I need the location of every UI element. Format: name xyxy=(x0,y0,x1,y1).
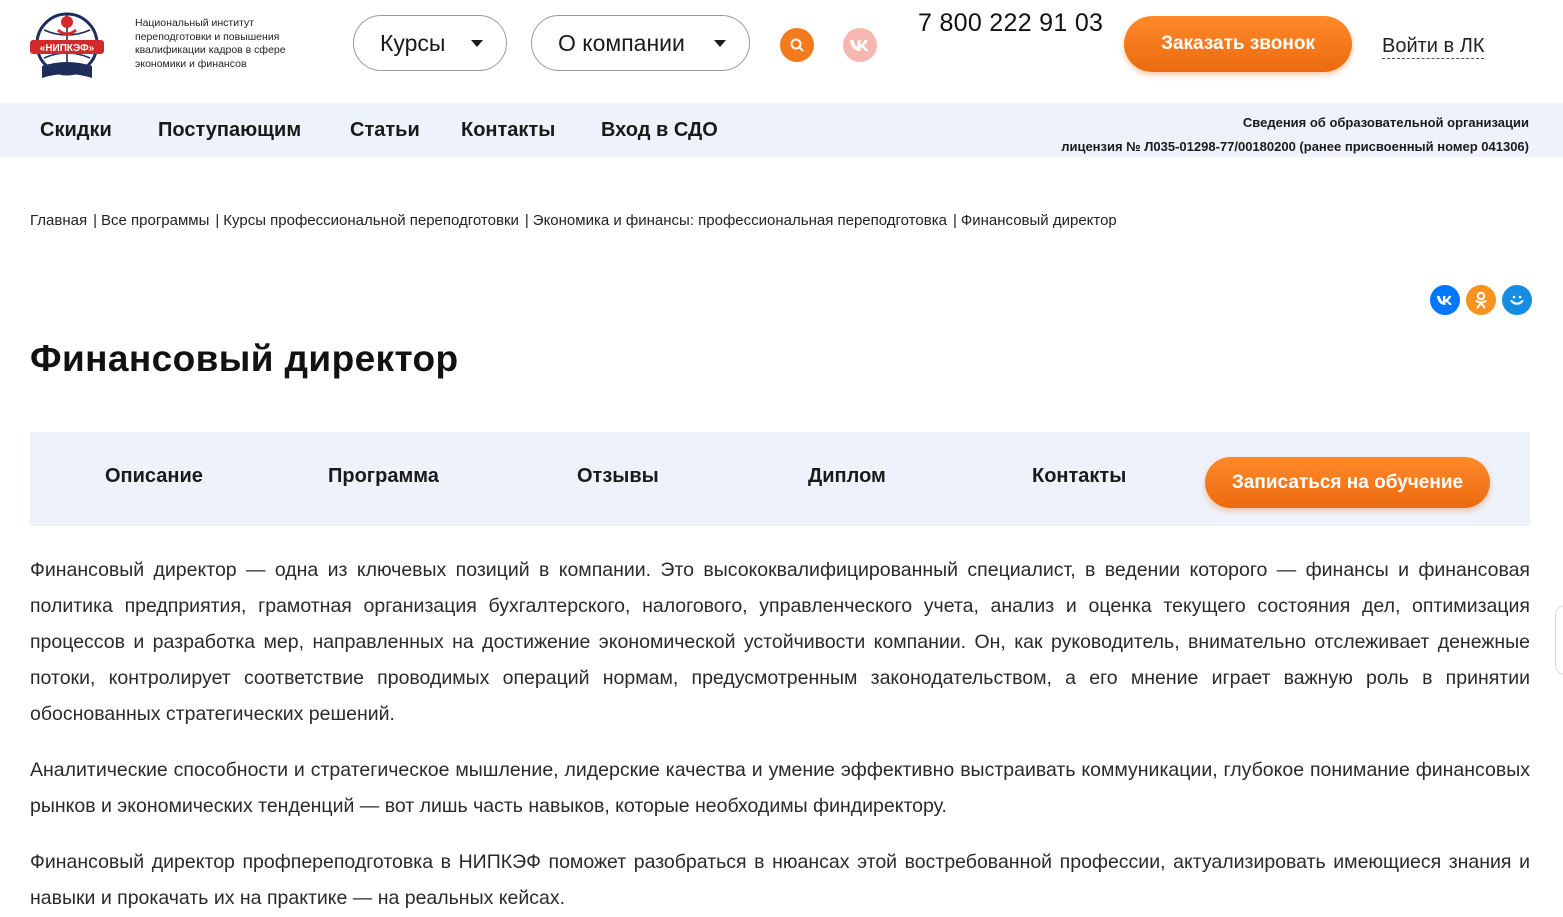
login-link[interactable]: Войти в ЛК xyxy=(1382,34,1485,59)
moimir-share-button[interactable] xyxy=(1502,285,1532,315)
breadcrumb-item[interactable]: Все программы xyxy=(101,212,209,229)
description-paragraph: Финансовый директор — одна из ключевых п… xyxy=(30,559,1530,725)
license-text: лицензия № Л035-01298-77/00180200 (ранее… xyxy=(1061,139,1529,154)
breadcrumb-separator: | xyxy=(93,212,97,229)
search-icon xyxy=(790,38,804,52)
courses-dropdown[interactable]: Курсы xyxy=(353,15,507,71)
secondary-nav: Скидки Поступающим Статьи Контакты Вход … xyxy=(0,103,1563,157)
moimir-share-icon xyxy=(1510,295,1524,305)
description-paragraph: Финансовый директор профпереподготовка в… xyxy=(30,851,1530,909)
search-button[interactable] xyxy=(780,28,814,62)
chevron-down-icon xyxy=(714,40,726,47)
nav-item-articles[interactable]: Статьи xyxy=(350,119,420,142)
breadcrumb-item[interactable]: Экономика и финансы: профессиональная пе… xyxy=(533,212,947,229)
page-title: Финансовый директор xyxy=(30,338,459,379)
tab-reviews[interactable]: Отзывы xyxy=(577,465,659,488)
share-buttons xyxy=(1430,285,1532,315)
breadcrumb-item[interactable]: Курсы профессиональной переподготовки xyxy=(223,212,519,229)
vk-link-button[interactable] xyxy=(843,28,877,62)
course-description: Финансовый директор — одна из ключевых п… xyxy=(30,552,1530,917)
breadcrumb-separator: | xyxy=(524,212,529,229)
odnoklassniki-share-button[interactable] xyxy=(1466,285,1496,315)
vk-icon xyxy=(850,40,869,51)
vk-share-button[interactable] xyxy=(1430,285,1460,315)
side-widget-tab[interactable] xyxy=(1555,605,1563,675)
breadcrumb-item[interactable]: Главная xyxy=(30,212,87,229)
tab-diploma[interactable]: Диплом xyxy=(808,465,886,488)
tab-description[interactable]: Описание xyxy=(105,465,203,488)
breadcrumb-separator: | xyxy=(952,212,957,229)
nav-item-discounts[interactable]: Скидки xyxy=(40,119,112,142)
logo-text: «НИПКЭФ» xyxy=(40,43,95,54)
logo-description: Национальный институт переподготовки и п… xyxy=(135,17,286,70)
breadcrumb-current: Финансовый директор xyxy=(960,212,1117,229)
tab-contacts[interactable]: Контакты xyxy=(1032,465,1126,488)
tab-program[interactable]: Программа xyxy=(328,465,439,488)
org-info-link[interactable]: Сведения об образовательной организации xyxy=(1061,111,1529,135)
courses-dropdown-label: Курсы xyxy=(380,29,446,56)
order-call-button[interactable]: Заказать звонок xyxy=(1124,16,1352,72)
chevron-down-icon xyxy=(471,40,483,47)
company-dropdown[interactable]: О компании xyxy=(531,15,750,71)
site-header: «НИПКЭФ» Национальный институт переподго… xyxy=(0,0,1563,103)
odnoklassniki-share-icon xyxy=(1475,291,1487,309)
nav-item-contacts[interactable]: Контакты xyxy=(461,119,555,142)
nav-item-applicants[interactable]: Поступающим xyxy=(158,119,301,142)
site-logo[interactable]: «НИПКЭФ» xyxy=(28,8,106,86)
org-info: Сведения об образовательной организации … xyxy=(1061,111,1529,159)
nav-item-lms-login[interactable]: Вход в СДО xyxy=(601,119,718,142)
course-tabs: Описание Программа Отзывы Диплом Контакт… xyxy=(30,432,1530,526)
phone-number[interactable]: 7 800 222 91 03 xyxy=(918,9,1103,38)
description-paragraph: Аналитические способности и стратегическ… xyxy=(30,759,1530,817)
breadcrumb: Главная | Все программы | Курсы профессионал… xyxy=(30,212,1117,229)
company-dropdown-label: О компании xyxy=(558,29,685,56)
vk-share-icon xyxy=(1436,295,1452,305)
enroll-button[interactable]: Записаться на обучение xyxy=(1205,457,1490,508)
breadcrumb-separator: | xyxy=(215,212,220,229)
